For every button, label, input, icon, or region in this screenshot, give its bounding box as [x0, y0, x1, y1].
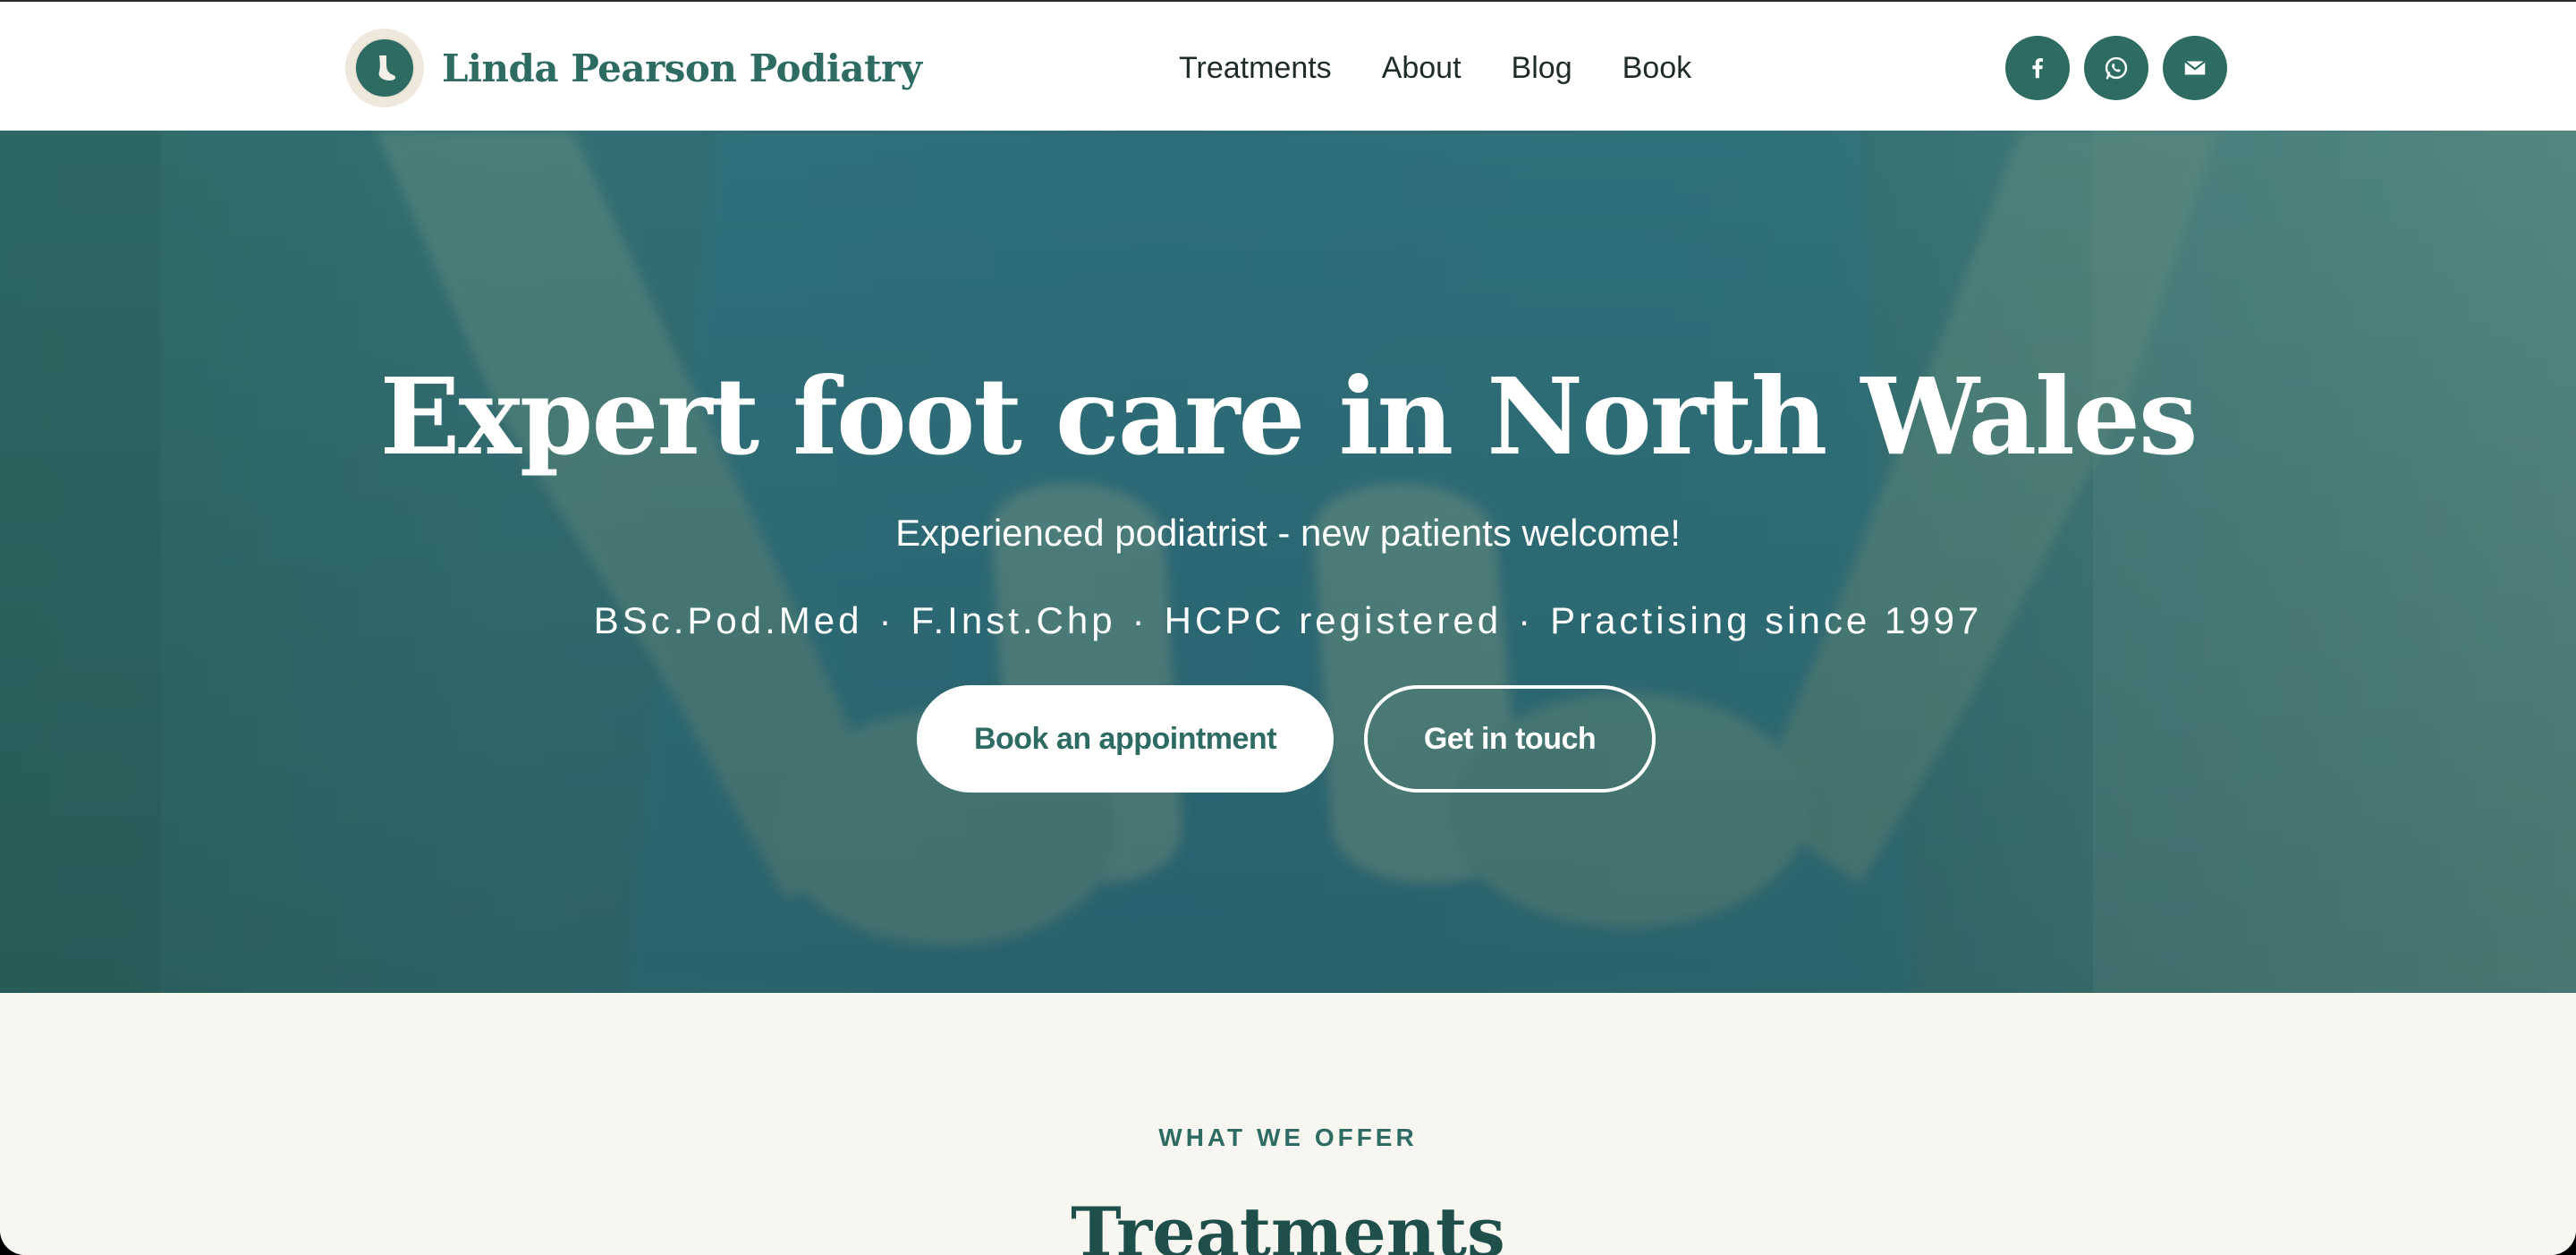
hero-title: Expert foot care in North Wales: [379, 354, 2199, 479]
logo: [345, 29, 424, 107]
separator: ·: [878, 599, 895, 641]
treatments-section: WHAT WE OFFER Treatments: [0, 993, 2576, 1255]
separator: ·: [1131, 599, 1148, 641]
brand-home-link[interactable]: Linda Pearson Podiatry: [345, 29, 922, 107]
facebook-icon: [2032, 58, 2043, 79]
brand-name: Linda Pearson Podiatry: [442, 46, 922, 90]
book-appointment-button[interactable]: Book an appointment: [917, 685, 1334, 793]
email-button[interactable]: [2163, 36, 2227, 100]
hero-background-image: [0, 131, 2576, 993]
get-in-touch-button[interactable]: Get in touch: [1364, 685, 1656, 793]
page: Linda Pearson Podiatry Treatments About …: [0, 0, 2576, 1255]
nav-treatments[interactable]: Treatments: [1179, 43, 1332, 93]
whatsapp-icon: [2105, 56, 2128, 80]
credential-item: HCPC registered: [1164, 599, 1503, 641]
email-icon: [2184, 60, 2206, 75]
nav-book[interactable]: Book: [1623, 43, 1692, 93]
credential-item: Practising since 1997: [1550, 599, 1983, 641]
separator: ·: [1518, 599, 1535, 641]
facebook-button[interactable]: [2005, 36, 2070, 100]
section-title: Treatments: [1071, 1192, 1505, 1255]
credentials-line: BSc.Pod.Med · F.Inst.Chp · HCPC registered · P…: [0, 594, 2576, 648]
hero-subtitle: Experienced podiatrist - new patients we…: [895, 512, 1681, 554]
credential-item: BSc.Pod.Med: [593, 599, 863, 641]
hero-section: Expert foot care in North Wales Experien…: [0, 131, 2576, 993]
section-eyebrow: WHAT WE OFFER: [1158, 1124, 1418, 1151]
social-links: [2005, 36, 2227, 100]
nav-about[interactable]: About: [1382, 43, 1462, 93]
whatsapp-button[interactable]: [2084, 36, 2148, 100]
foot-logo-icon: [354, 38, 415, 98]
credential-item: F.Inst.Chp: [911, 599, 1116, 641]
main-nav: Treatments About Blog Book: [1179, 43, 1691, 93]
nav-blog[interactable]: Blog: [1512, 43, 1572, 93]
site-header: Linda Pearson Podiatry Treatments About …: [0, 0, 2576, 131]
